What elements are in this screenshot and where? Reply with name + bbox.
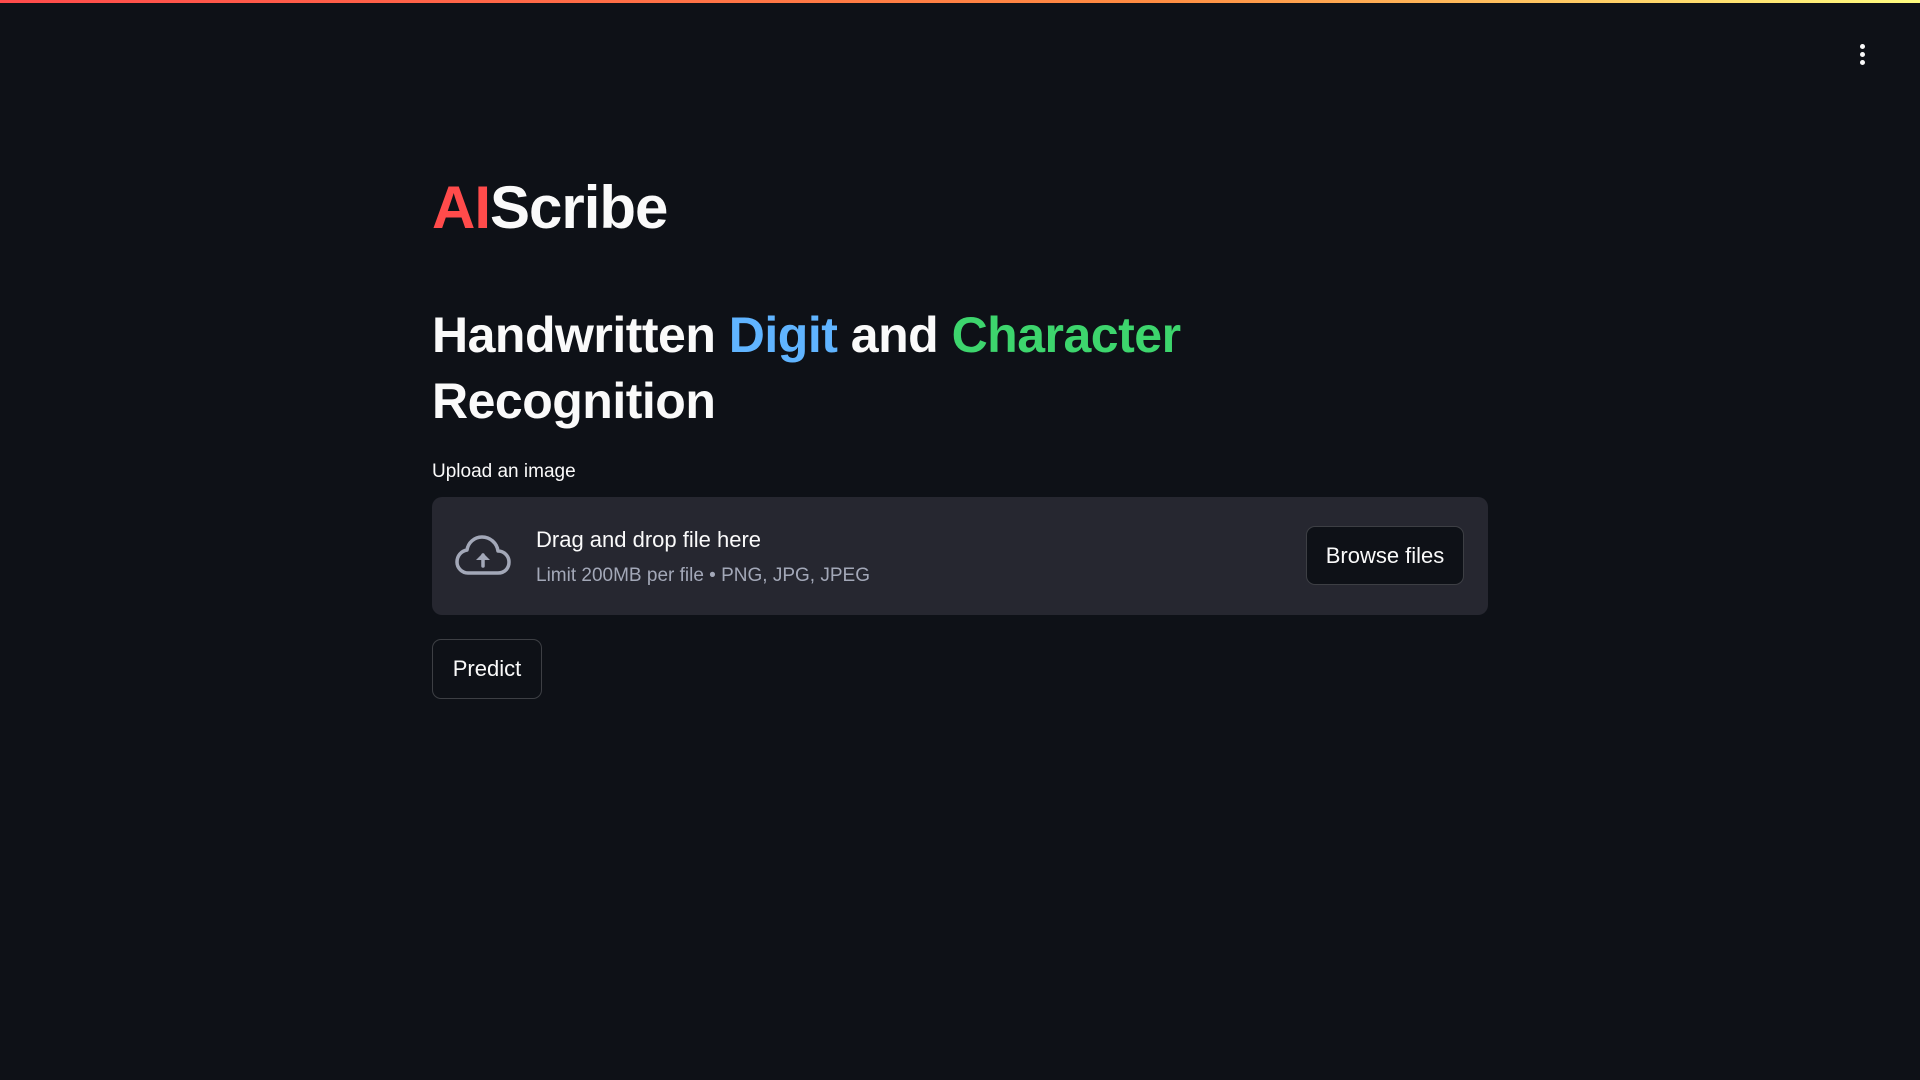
app-title-rest: Scribe bbox=[490, 174, 668, 241]
kebab-menu-icon-dot bbox=[1859, 59, 1865, 65]
kebab-menu-icon-dot bbox=[1859, 51, 1865, 57]
predict-button[interactable]: Predict bbox=[432, 639, 542, 699]
subtitle-part1: Handwritten bbox=[432, 307, 729, 363]
upload-label: Upload an image bbox=[432, 461, 576, 482]
cloud-upload-icon bbox=[455, 535, 511, 575]
page-subtitle: Handwritten Digit and Character Recogniti… bbox=[432, 302, 1252, 434]
subtitle-digit: Digit bbox=[728, 307, 838, 363]
dropzone-limit-text: Limit 200MB per file • PNG, JPG, JPEG bbox=[536, 565, 870, 586]
dropzone-title: Drag and drop file here bbox=[536, 527, 762, 552]
subtitle-part3: Recognition bbox=[432, 373, 716, 429]
subtitle-character: Character bbox=[951, 307, 1181, 363]
browse-files-button[interactable]: Browse files bbox=[1306, 526, 1464, 585]
main-menu-button[interactable] bbox=[1846, 38, 1878, 70]
app-title-accent: AI bbox=[432, 174, 491, 241]
subtitle-part2: and bbox=[837, 307, 952, 363]
top-decoration-bar bbox=[0, 0, 1920, 3]
file-dropzone[interactable]: Drag and drop file here Limit 200MB per … bbox=[432, 497, 1488, 615]
app-title: AIScribe bbox=[432, 178, 668, 238]
kebab-menu-icon bbox=[1859, 43, 1865, 49]
